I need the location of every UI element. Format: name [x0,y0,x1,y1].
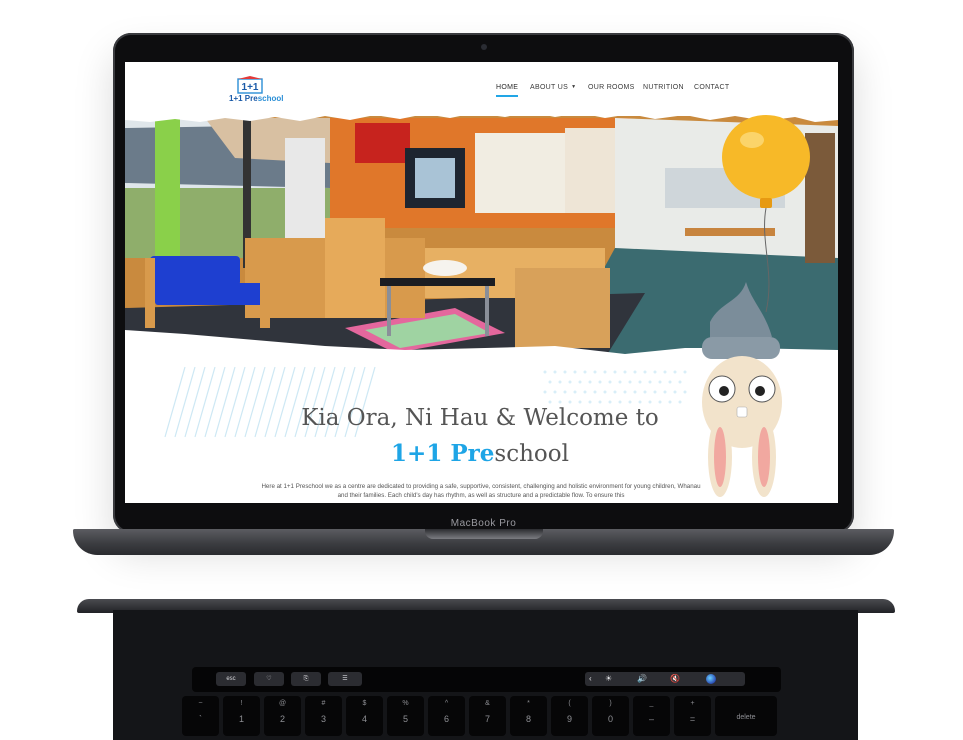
nav-about-us[interactable]: ABOUT US ▼ [530,84,576,91]
lid-notch [425,529,543,539]
heart-icon[interactable]: ♡ [254,672,284,686]
volume-icon[interactable]: 🔊 [637,672,647,686]
key-12[interactable]: + = [674,696,711,736]
chevron-left-icon[interactable]: ‹ [589,672,592,686]
nav-nutrition[interactable]: NUTRITION [643,84,684,91]
key-9[interactable]: (9 [551,696,588,736]
key-6[interactable]: ^ 6 [428,696,465,736]
key-2[interactable]: @2 [264,696,301,736]
nav-home[interactable]: HOME [496,84,519,97]
key-shift-label: & [485,700,490,707]
key-label: 8 [525,714,531,724]
key-label: 4 [361,714,367,724]
key-shift-label: * [527,700,530,707]
laptop-lid: 1+1 1+1 Preschool HOME ABOUT US ▼ OUR ROO… [113,33,854,533]
control-strip: ‹ ☀ 🔊 🔇 [585,672,745,686]
device-label: MacBook Pro [450,518,517,529]
key-label: 2 [279,714,285,724]
key-3[interactable]: #3 [305,696,342,736]
key-0[interactable]: ~ ` [182,696,219,736]
key-shift-label: $ [362,700,367,707]
key-delete[interactable]: delete [715,696,777,736]
key-11[interactable]: _ – [633,696,670,736]
key-7[interactable]: & 7 [469,696,506,736]
key-shift-label: # [321,700,326,707]
laptop-hinge [73,529,894,555]
key-shift-label: ) [609,700,612,707]
key-label: – [648,714,654,724]
siri-icon[interactable] [706,674,716,684]
key-shift-label: % [402,700,409,707]
chevron-down-icon: ▼ [571,84,577,90]
logo-mark-icon: 1+1 [237,76,263,94]
key-label: 0 [607,714,613,724]
brightness-icon[interactable]: ☀ [605,672,612,686]
key-5[interactable]: % 5 [387,696,424,736]
key-label: = [689,714,696,724]
key-label: 6 [443,714,449,724]
key-shift-label: ( [568,700,571,707]
logo-mark-text: 1+1 [242,82,259,93]
key-shift-label: + [690,700,695,707]
webcam [481,44,487,50]
key-8[interactable]: * 8 [510,696,547,736]
key-1[interactable]: ! 1 [223,696,260,736]
nav-contact[interactable]: CONTACT [694,84,729,91]
welcome-brand-heading: 1+1 Preschool [391,440,569,467]
key-shift-label: ! [240,700,243,707]
key-label: 5 [402,714,408,724]
laptop-screen: 1+1 1+1 Preschool HOME ABOUT US ▼ OUR ROO… [125,62,838,503]
key-label: 3 [320,714,326,724]
site-header: 1+1 1+1 Preschool HOME ABOUT US ▼ OUR ROO… [125,62,838,116]
key-label: 7 [484,714,490,724]
key-4[interactable]: $4 [346,696,383,736]
key-shift-label: @ [278,700,287,707]
key-label: 9 [566,714,572,724]
key-shift-label: ^ [444,700,449,707]
key-10[interactable]: ) 0 [592,696,629,736]
key-label: delete [736,714,756,721]
balloon-bunny-mascot [702,115,810,497]
key-label: 1 [238,714,244,724]
key-label: ` [199,714,202,724]
welcome-heading: Kia Ora, Ni Hau & Welcome to [301,405,659,431]
mute-icon[interactable]: 🔇 [670,672,680,686]
key-shift-label: ~ [198,700,203,707]
esc-key[interactable]: esc [216,672,246,686]
logo-text: 1+1 Preschool [229,94,284,103]
key-shift-label: _ [649,700,654,707]
nav-our-rooms[interactable]: OUR ROOMS [588,84,635,91]
share-icon[interactable]: ⎘ [291,672,321,686]
site-logo[interactable]: 1+1 1+1 Preschool [229,76,283,106]
sliders-icon[interactable]: ☰ [328,672,362,686]
touch-bar: esc ♡ ⎘ ☰ ‹ ☀ 🔊 🔇 [192,667,781,692]
welcome-intro-text: Here at 1+1 Preschool we as a centre are… [261,483,701,499]
